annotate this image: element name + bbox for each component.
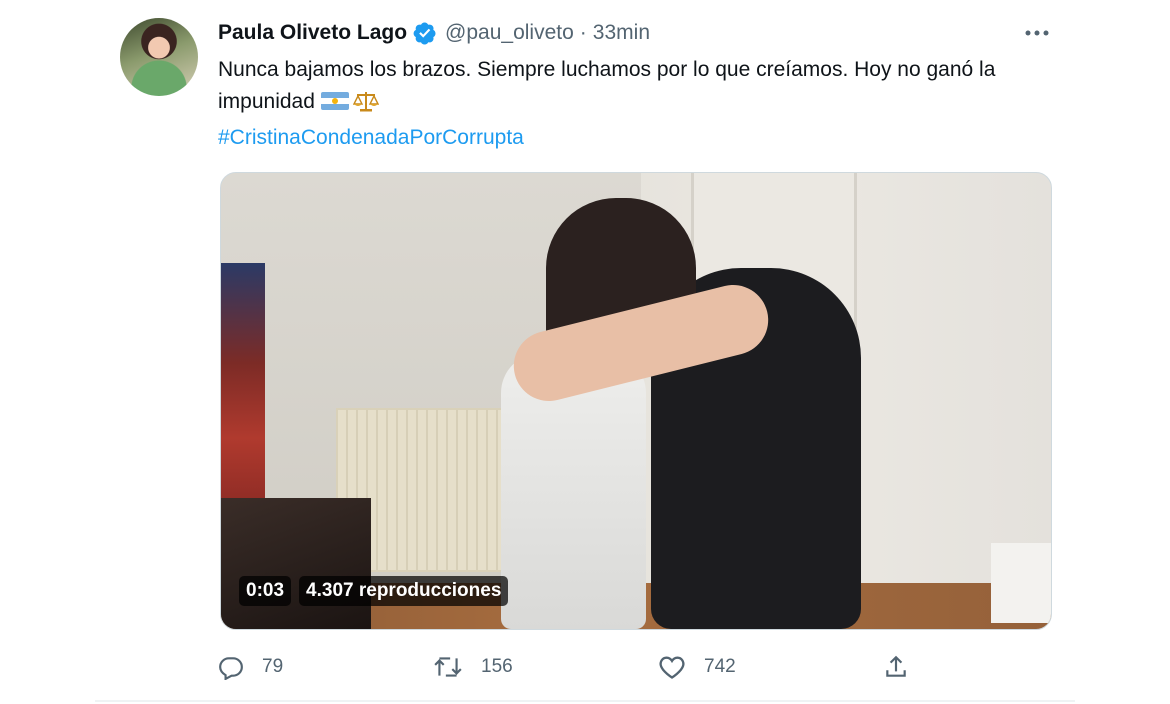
video-duration: 0:03: [239, 576, 292, 606]
retweet-count: 156: [481, 656, 513, 677]
like-button[interactable]: 742: [658, 654, 736, 680]
video-view-count: 4.307 reproducciones: [299, 576, 509, 606]
share-icon: [886, 655, 906, 677]
like-count: 742: [704, 656, 736, 677]
tweet-header: Paula Oliveto Lago @pau_oliveto · 33min: [218, 18, 650, 48]
verified-badge-icon: [413, 21, 437, 45]
video-frame-tv: [221, 263, 265, 513]
author-name[interactable]: Paula Oliveto Lago: [218, 21, 407, 45]
tweet-actions: 79 156 742: [218, 650, 1058, 684]
more-options-icon[interactable]: [1020, 18, 1054, 48]
tweet-card[interactable]: Paula Oliveto Lago @pau_oliveto · 33min …: [95, 0, 1075, 704]
reply-icon: [219, 657, 243, 680]
separator-dot: ·: [579, 21, 587, 44]
reply-button[interactable]: 79: [218, 654, 283, 680]
heart-icon: [659, 656, 685, 679]
reply-count: 79: [262, 656, 284, 677]
argentina-flag-icon: [320, 92, 349, 110]
video-info-overlay: 0:03 4.307 reproducciones: [239, 576, 509, 606]
retweet-button[interactable]: 156: [433, 654, 513, 680]
video-frame-object: [991, 543, 1051, 623]
tweet-timestamp[interactable]: 33min: [593, 21, 650, 45]
video-frame-cabinet: [221, 498, 371, 629]
share-button[interactable]: [883, 654, 927, 680]
author-handle[interactable]: @pau_oliveto: [445, 21, 574, 45]
tweet-divider: [95, 700, 1075, 702]
balance-scale-icon: [352, 90, 380, 122]
video-player[interactable]: 0:03 4.307 reproducciones: [220, 172, 1052, 630]
tweet-text: Nunca bajamos los brazos. Siempre lucham…: [218, 54, 1058, 154]
avatar[interactable]: [120, 18, 198, 96]
hashtag-link[interactable]: #CristinaCondenadaPorCorrupta: [218, 122, 1058, 154]
retweet-icon: [434, 657, 462, 677]
